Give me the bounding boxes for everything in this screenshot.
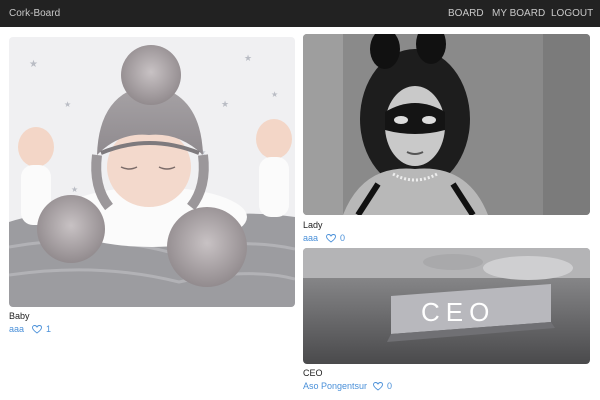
- brand-link[interactable]: Cork-Board: [9, 8, 60, 19]
- nav-my-board-link[interactable]: MY BOARD: [492, 8, 545, 19]
- card-image[interactable]: [303, 34, 590, 215]
- heart-outline-icon: [326, 233, 336, 243]
- card-title: Lady: [303, 220, 323, 230]
- card-title: CEO: [303, 368, 323, 378]
- heart-outline-icon: [373, 381, 383, 391]
- svg-text:★: ★: [271, 90, 278, 99]
- svg-text:★: ★: [29, 59, 38, 70]
- svg-text:★: ★: [71, 185, 78, 194]
- like-count: 1: [46, 324, 52, 334]
- like-count: 0: [387, 381, 393, 391]
- like-button[interactable]: 0: [373, 381, 392, 391]
- card-image[interactable]: CEO: [303, 248, 590, 364]
- svg-text:★: ★: [64, 100, 71, 109]
- heart-outline-icon: [32, 324, 42, 334]
- card-title: Baby: [9, 311, 30, 321]
- card-author-link[interactable]: aaa: [303, 233, 318, 243]
- like-count: 0: [340, 233, 346, 243]
- nav-logout-link[interactable]: LOGOUT: [551, 8, 593, 19]
- like-button[interactable]: 0: [326, 233, 345, 243]
- svg-text:CEO: CEO: [421, 297, 495, 327]
- card-image[interactable]: ★ ★ ★ ★ ★ ★ ★ ★ ★: [9, 37, 295, 307]
- navbar: Cork-Board BOARD MY BOARD LOGOUT: [0, 0, 600, 27]
- card-author-link[interactable]: Aso Pongentsur: [303, 381, 367, 391]
- svg-text:★: ★: [221, 100, 229, 110]
- svg-text:★: ★: [244, 54, 252, 64]
- card-author-link[interactable]: aaa: [9, 324, 24, 334]
- like-button[interactable]: 1: [32, 324, 51, 334]
- nav-board-link[interactable]: BOARD: [448, 8, 484, 19]
